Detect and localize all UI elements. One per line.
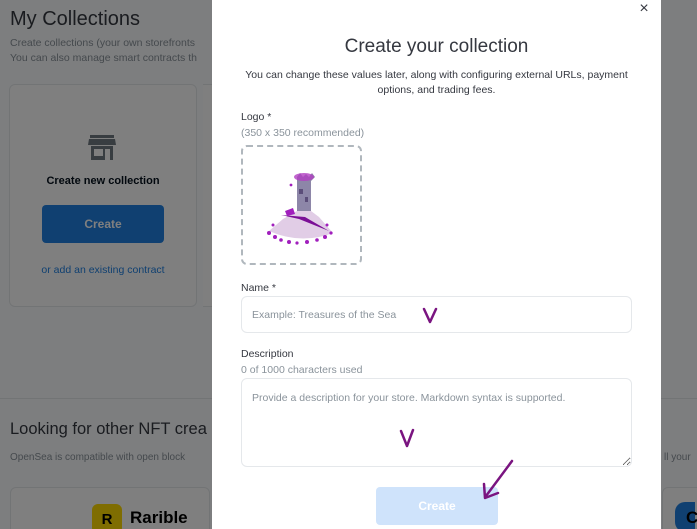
create-button[interactable]: Create: [376, 487, 498, 525]
modal-title: Create your collection: [344, 36, 529, 57]
logo-label: Logo *: [241, 111, 272, 123]
name-label: Name *: [241, 282, 277, 294]
name-input[interactable]: [241, 296, 632, 333]
description-counter: 0 of 1000 characters used: [241, 364, 363, 376]
logo-image-preview: [267, 173, 333, 245]
modal-description: You can change these values later, along…: [245, 69, 628, 96]
close-icon[interactable]: ×: [635, 0, 653, 18]
description-textarea[interactable]: [241, 378, 632, 467]
logo-hint: (350 x 350 recommended): [241, 127, 365, 139]
description-label: Description: [241, 348, 294, 360]
logo-upload[interactable]: [241, 145, 362, 265]
create-collection-modal: × Create your collection You can change …: [212, 0, 661, 529]
